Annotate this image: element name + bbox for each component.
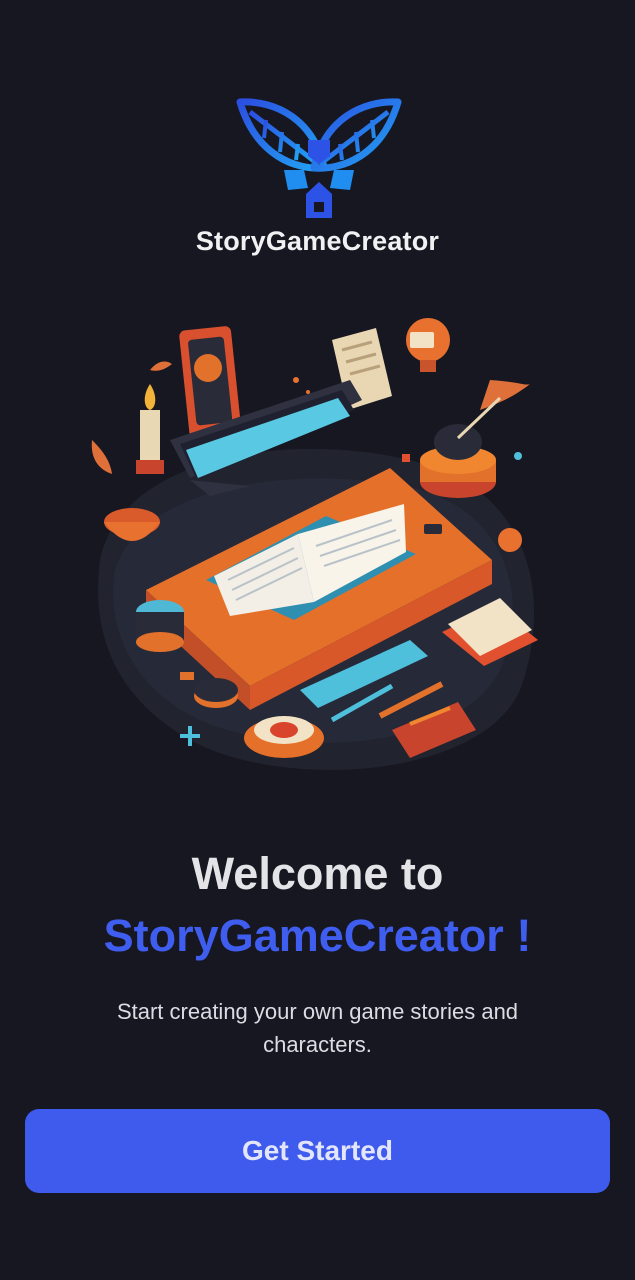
welcome-brand-heading: StoryGameCreator ! <box>103 910 532 961</box>
app-brand-name: StoryGameCreator <box>195 226 440 256</box>
welcome-subtitle: Start creating your own game stories and… <box>116 999 519 1057</box>
welcome-heading: Welcome to <box>191 848 444 899</box>
hero-illustration <box>91 318 538 770</box>
welcome-screen: StoryGameCreator Welcome to StoryGameCre… <box>0 0 635 1280</box>
get-started-button[interactable]: Get Started <box>25 1109 610 1193</box>
logo-icon <box>236 98 402 218</box>
